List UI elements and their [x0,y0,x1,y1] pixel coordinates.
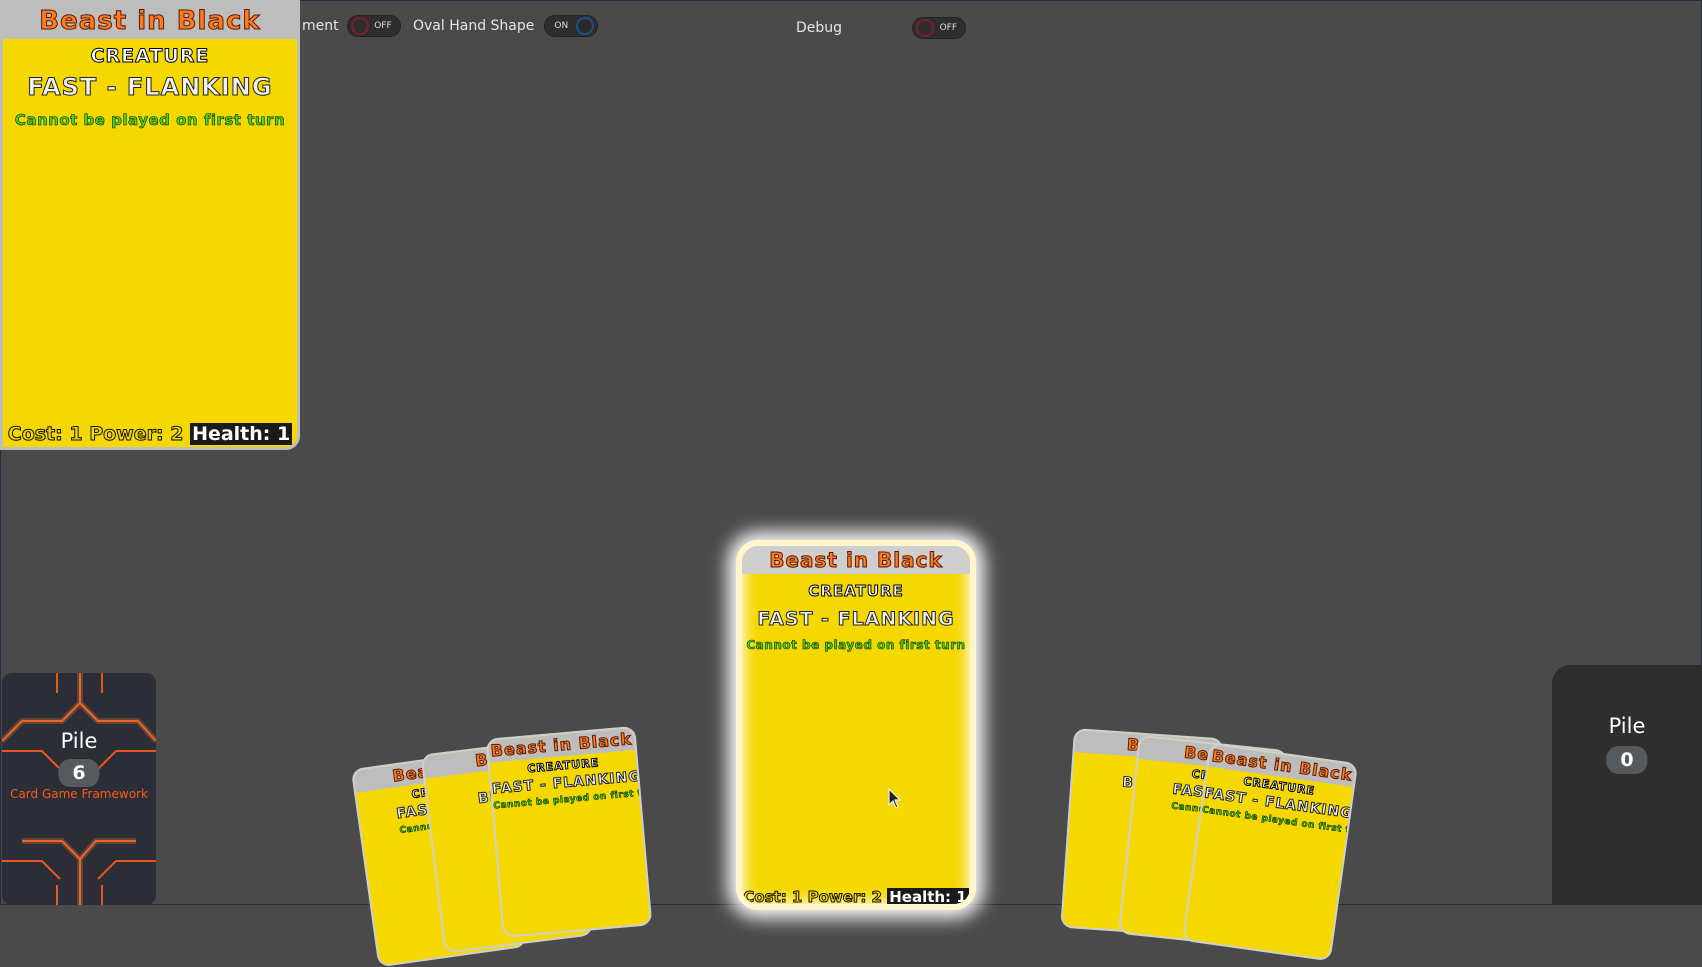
setting-debug: Debug [796,17,842,39]
card-ability: FAST - FLANKING [757,608,955,631]
card-rule: Cannot be played on first turn [14,111,286,130]
card-preview: Beast in Black CREATURE FAST - FLANKING … [0,0,300,450]
card-power: Power: 2 [89,423,184,446]
card-type: CREATURE [90,45,210,68]
card-cost: Cost: 1 [743,888,803,906]
card-stats: Cost: 1 Power: 2 Health: 1 [3,423,297,446]
toggle-state: ON [554,21,569,31]
card-name: Beast in Black [742,546,970,574]
mouse-cursor-icon [888,788,902,809]
discard-pile[interactable]: Pile 0 [1552,665,1702,905]
setting-oval-hand-shape-label: Oval Hand Shape [413,18,535,34]
card-name: Beast in Black [3,3,297,39]
setting-alignment: ment OFF [302,15,401,37]
toggle-knob [916,19,934,37]
discard-pile-count: 0 [1606,746,1648,774]
card-health: Health: 1 [190,423,293,445]
discard-pile-title: Pile [1608,714,1646,738]
toggle-knob [350,17,369,35]
card-cost: Cost: 1 [7,423,83,446]
hand-card[interactable]: Beast in Black CREATURE FAST - FLANKING … [1181,742,1359,962]
card-power: Power: 2 [807,888,882,906]
setting-oval-hand-shape: Oval Hand Shape ON [413,15,599,37]
card-rule: Cannot be played on first turn [746,638,966,653]
hand-card[interactable]: Beast in Black CREATURE FAST - FLANKING … [485,725,653,939]
card-type: CREATURE [808,582,904,601]
deck-pile[interactable]: Pile 6 Card Game Framework [2,673,156,905]
toggle-state: OFF [939,23,957,33]
alignment-toggle[interactable]: OFF [346,15,401,37]
oval-hand-shape-toggle[interactable]: ON [544,15,599,37]
setting-alignment-label: ment [302,18,339,34]
brand-label: Card Game Framework [10,787,148,801]
hand-card-focused[interactable]: Beast in Black CREATURE FAST - FLANKING … [736,540,976,910]
deck-pile-title: Pile [60,729,98,753]
setting-debug-switch: OFF [912,17,966,39]
setting-debug-label: Debug [796,20,843,36]
card-ability: FAST - FLANKING [27,73,273,102]
card-health: Health: 1 [887,888,969,906]
deck-pile-count: 6 [58,759,100,787]
card-stats: Cost: 1 Power: 2 Health: 1 [742,888,970,906]
toggle-knob [576,17,595,35]
toggle-state: OFF [374,21,392,31]
debug-toggle[interactable]: OFF [912,17,966,39]
